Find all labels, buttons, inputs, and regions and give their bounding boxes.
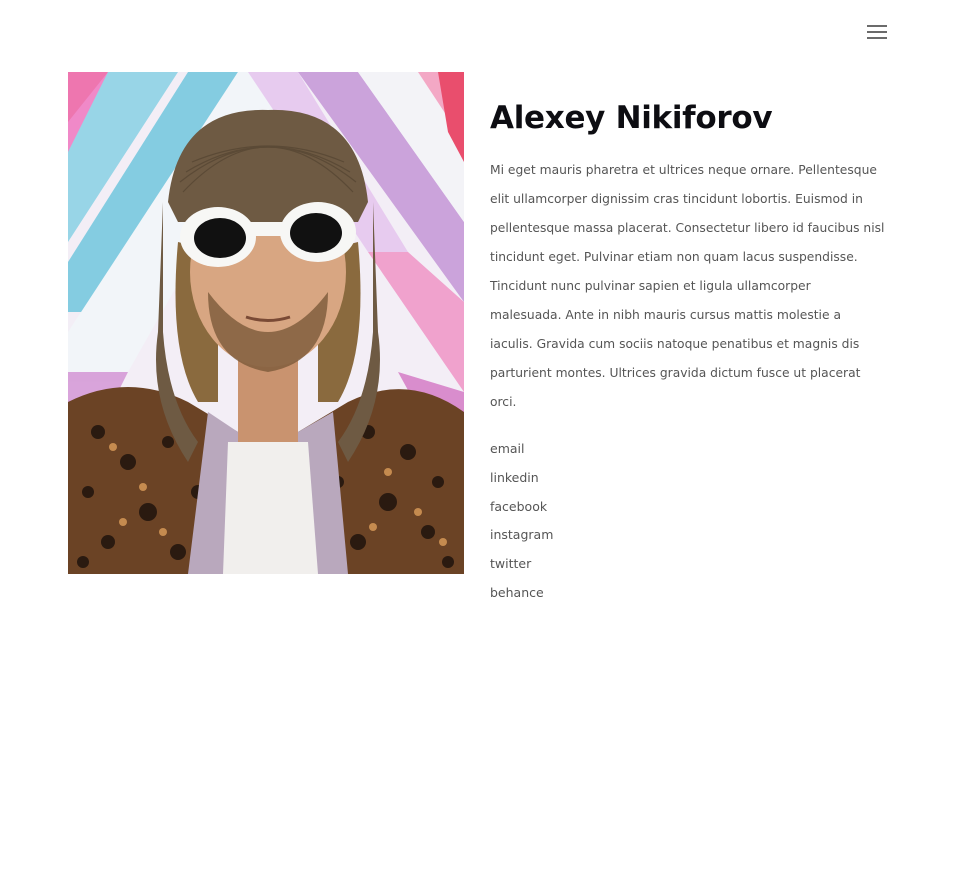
link-email[interactable]: email [490,435,890,464]
link-linkedin[interactable]: linkedin [490,464,890,493]
link-behance[interactable]: behance [490,579,890,608]
link-instagram[interactable]: instagram [490,521,890,550]
profile-content: Alexey Nikiforov Mi eget mauris pharetra… [490,98,890,608]
profile-name: Alexey Nikiforov [490,100,773,136]
social-links: email linkedin facebook instagram twitte… [490,435,890,608]
link-facebook[interactable]: facebook [490,493,890,522]
profile-bio: Mi eget mauris pharetra et ultrices nequ… [490,163,885,409]
menu-button[interactable] [867,24,889,40]
link-twitter[interactable]: twitter [490,550,890,579]
hamburger-menu-icon [867,25,887,27]
profile-photo [68,72,464,574]
